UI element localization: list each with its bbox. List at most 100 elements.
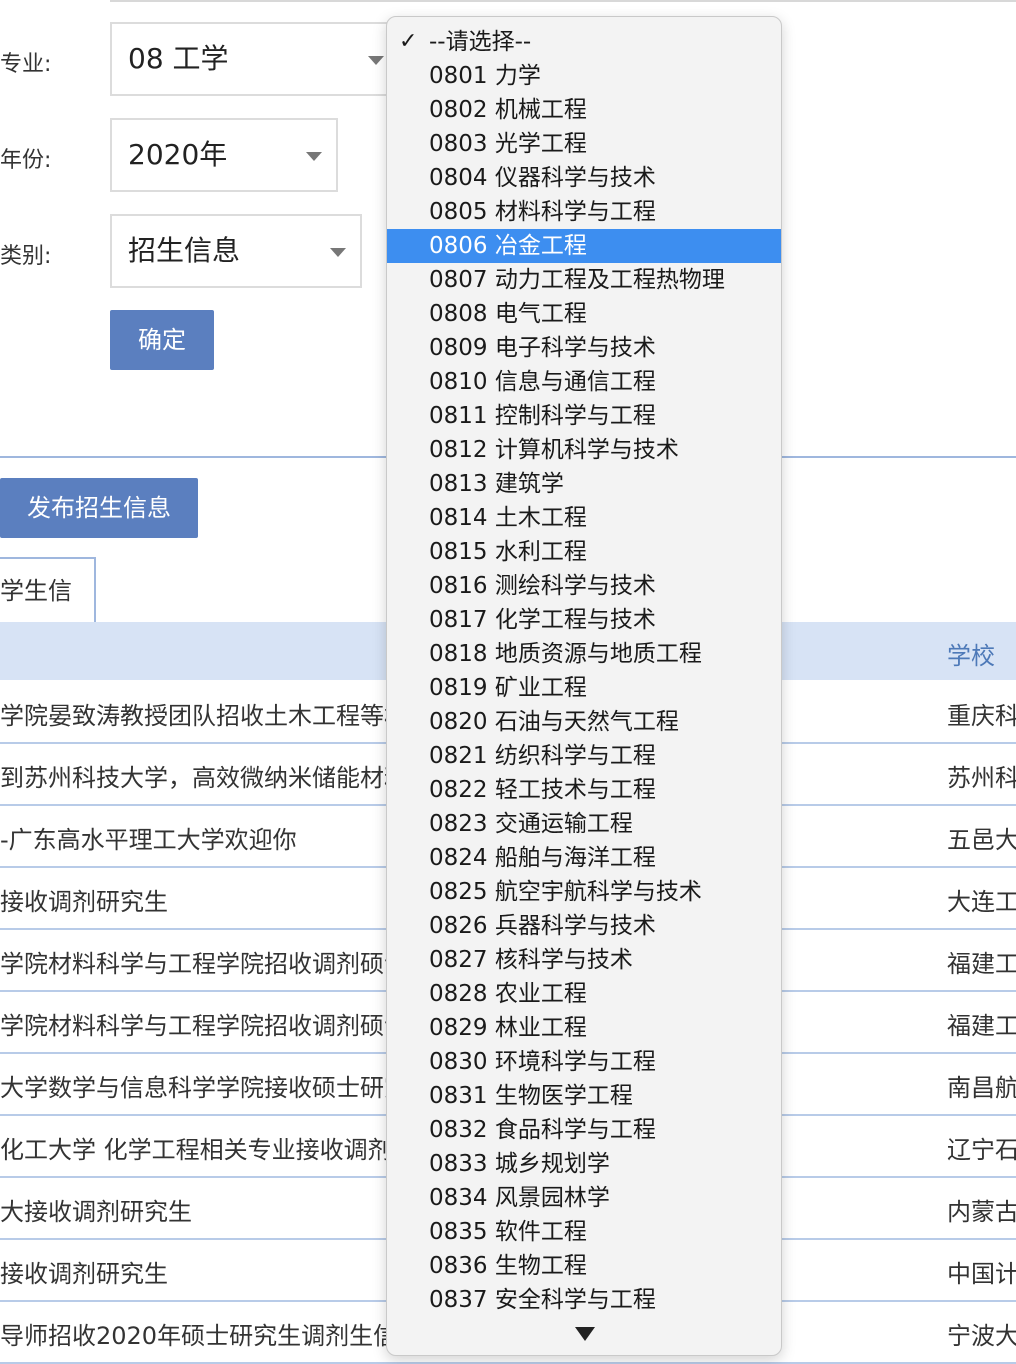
dropdown-option[interactable]: 0804 仪器科学与技术 [387,161,781,195]
dropdown-option-label: 0821 纺织科学与工程 [429,743,656,769]
column-header-school: 学校 [947,642,995,670]
dropdown-option-label: 0832 食品科学与工程 [429,1117,656,1143]
major-dropdown-menu[interactable]: ✓ --请选择-- 0801 力学 0802 机械工程 0803 光学工程 0804 仪器… [386,16,782,1356]
publish-recruitment-button[interactable]: 发布招生信息 [0,478,198,538]
dropdown-option[interactable]: 0805 材料科学与工程 [387,195,781,229]
row-school: 大连工 [947,888,1016,916]
category-label: 类别: [0,244,52,269]
dropdown-option[interactable]: 0823 交通运输工程 [387,807,781,841]
dropdown-option[interactable]: 0809 电子科学与技术 [387,331,781,365]
dropdown-option[interactable]: 0826 兵器科学与技术 [387,909,781,943]
dropdown-option[interactable]: 0830 环境科学与工程 [387,1045,781,1079]
dropdown-option[interactable]: 0827 核科学与技术 [387,943,781,977]
major-select-value: 08 工学 [128,42,229,75]
dropdown-option-label: 0814 土木工程 [429,505,587,531]
dropdown-option[interactable]: 0831 生物医学工程 [387,1079,781,1113]
dropdown-option-label: 0824 船舶与海洋工程 [429,845,656,871]
row-title-link[interactable]: 大学数学与信息科学学院接收硕士研究 [0,1068,408,1103]
dropdown-option-label: 0809 电子科学与技术 [429,335,656,361]
major-label: 专业: [0,52,52,77]
dropdown-option[interactable]: ✓ --请选择-- [387,25,781,59]
top-border [110,0,1016,2]
dropdown-option-label: 0823 交通运输工程 [429,811,633,837]
dropdown-option-label: 0808 电气工程 [429,301,587,327]
dropdown-option-label: 0835 软件工程 [429,1219,587,1245]
dropdown-option[interactable]: 0825 航空宇航科学与技术 [387,875,781,909]
dropdown-option-label: 0825 航空宇航科学与技术 [429,879,702,905]
row-school: 福建工 [947,1012,1016,1040]
row-school: 内蒙古 [947,1198,1016,1226]
dropdown-option[interactable]: 0833 城乡规划学 [387,1147,781,1181]
dropdown-option-label: 0807 动力工程及工程热物理 [429,267,725,293]
dropdown-option-label: 0811 控制科学与工程 [429,403,656,429]
tab-student-info[interactable]: 学生信息 [0,557,96,669]
chevron-down-icon [330,248,346,257]
dropdown-option[interactable]: 0807 动力工程及工程热物理 [387,263,781,297]
year-select[interactable]: 2020年 [110,118,338,192]
dropdown-option-label: 0826 兵器科学与技术 [429,913,656,939]
dropdown-option[interactable]: 0808 电气工程 [387,297,781,331]
dropdown-option-label: 0829 林业工程 [429,1015,587,1041]
dropdown-option-label: 0817 化学工程与技术 [429,607,656,633]
dropdown-option[interactable]: 0834 风景园林学 [387,1181,781,1215]
dropdown-option-label: 0833 城乡规划学 [429,1151,610,1177]
dropdown-option[interactable]: 0817 化学工程与技术 [387,603,781,637]
scroll-down-arrow-icon[interactable] [575,1327,595,1341]
dropdown-option-label: 0806 冶金工程 [429,233,587,259]
row-title-link[interactable]: 学院材料科学与工程学院招收调剂硕士 [0,944,408,979]
dropdown-option[interactable]: 0810 信息与通信工程 [387,365,781,399]
dropdown-option[interactable]: 0801 力学 [387,59,781,93]
dropdown-option[interactable]: 0806 冶金工程 [387,229,781,263]
dropdown-option-label: 0801 力学 [429,63,541,89]
row-title-link[interactable]: 导师招收2020年硕士研究生调剂生信息 [0,1316,421,1351]
row-title-link[interactable]: 接收调剂研究生 [0,1254,168,1289]
dropdown-option[interactable]: 0812 计算机科学与技术 [387,433,781,467]
row-school: 重庆科 [947,702,1016,730]
row-title-link[interactable]: 化工大学 化学工程相关专业接收调剂 [0,1130,392,1165]
major-select[interactable]: 08 工学 [110,22,400,96]
row-school: 南昌航 [947,1074,1016,1102]
dropdown-option[interactable]: 0818 地质资源与地质工程 [387,637,781,671]
row-title-link[interactable]: 到苏州科技大学，高效微纳米储能材料 [0,758,408,793]
dropdown-option[interactable]: 0822 轻工技术与工程 [387,773,781,807]
dropdown-option-label: 0804 仪器科学与技术 [429,165,656,191]
dropdown-option-label: 0819 矿业工程 [429,675,587,701]
row-title-link[interactable]: 学院晏致涛教授团队招收土木工程等相 [0,696,408,731]
dropdown-option-label: 0813 建筑学 [429,471,564,497]
row-title-link[interactable]: 接收调剂研究生 [0,882,168,917]
row-school: 福建工 [947,950,1016,978]
dropdown-option[interactable]: 0837 安全科学与工程 [387,1283,781,1317]
dropdown-option[interactable]: 0836 生物工程 [387,1249,781,1283]
category-select-value: 招生信息 [128,234,241,267]
dropdown-option[interactable]: 0815 水利工程 [387,535,781,569]
dropdown-option[interactable]: 0829 林业工程 [387,1011,781,1045]
row-title-link[interactable]: 大接收调剂研究生 [0,1192,192,1227]
dropdown-option[interactable]: 0821 纺织科学与工程 [387,739,781,773]
dropdown-option-label: 0820 石油与天然气工程 [429,709,679,735]
dropdown-option[interactable]: 0824 船舶与海洋工程 [387,841,781,875]
dropdown-option[interactable]: 0802 机械工程 [387,93,781,127]
dropdown-option[interactable]: 0814 土木工程 [387,501,781,535]
dropdown-option-label: 0810 信息与通信工程 [429,369,656,395]
dropdown-option[interactable]: 0803 光学工程 [387,127,781,161]
row-school: 宁波大 [947,1322,1016,1350]
dropdown-option-label: 0834 风景园林学 [429,1185,610,1211]
dropdown-option-label: 0828 农业工程 [429,981,587,1007]
dropdown-option[interactable]: 0816 测绘科学与技术 [387,569,781,603]
dropdown-option-label: 0803 光学工程 [429,131,587,157]
row-title-link[interactable]: 学院材料科学与工程学院招收调剂硕士 [0,1006,408,1041]
dropdown-option[interactable]: 0835 软件工程 [387,1215,781,1249]
dropdown-option[interactable]: 0828 农业工程 [387,977,781,1011]
confirm-button[interactable]: 确定 [110,310,214,370]
category-select[interactable]: 招生信息 [110,214,362,288]
dropdown-option-label: 0802 机械工程 [429,97,587,123]
dropdown-option[interactable]: 0832 食品科学与工程 [387,1113,781,1147]
dropdown-option-label: 0831 生物医学工程 [429,1083,633,1109]
dropdown-option[interactable]: 0813 建筑学 [387,467,781,501]
row-title-link[interactable]: -广东高水平理工大学欢迎你 [0,820,297,855]
year-label: 年份: [0,148,52,173]
dropdown-option[interactable]: 0811 控制科学与工程 [387,399,781,433]
dropdown-option[interactable]: 0819 矿业工程 [387,671,781,705]
checkmark-icon: ✓ [399,29,418,54]
dropdown-option[interactable]: 0820 石油与天然气工程 [387,705,781,739]
